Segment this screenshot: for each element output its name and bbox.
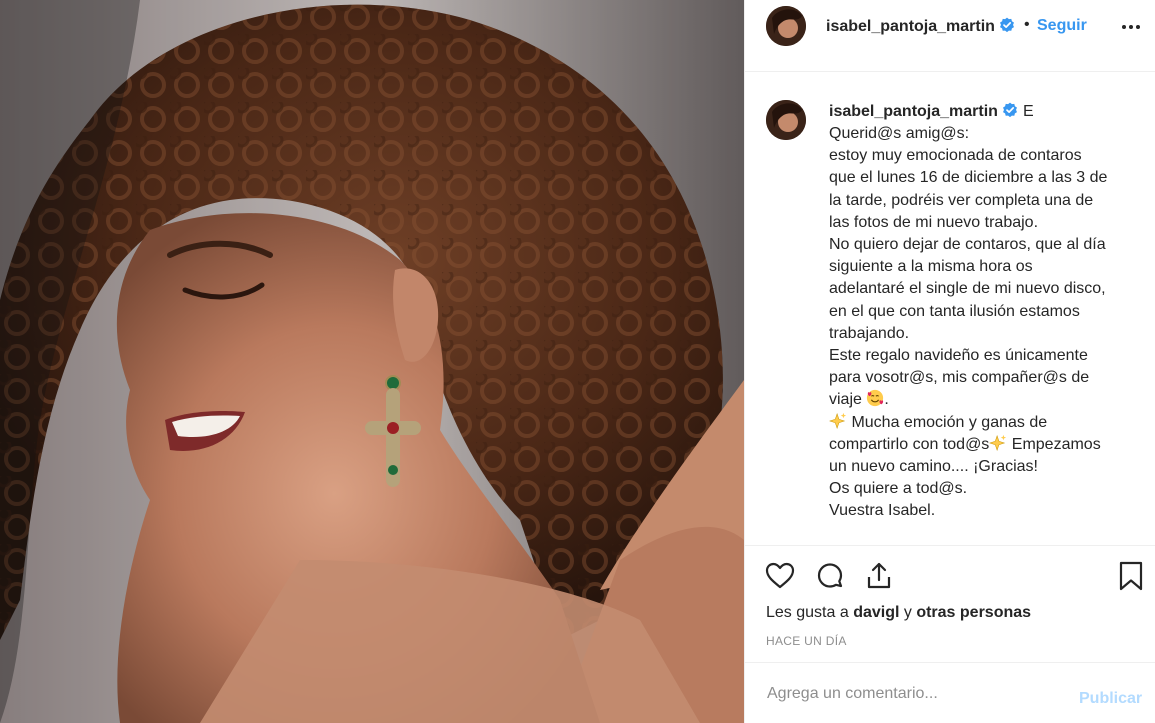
publish-button[interactable]: Publicar [1079,690,1142,708]
caption-line: en el que con tanta ilusión estamos [829,302,1080,320]
caption-line: la tarde, podréis ver completa una de [829,191,1094,209]
verified-badge-icon [1002,102,1017,118]
sparkles-icon [989,434,1007,451]
caption-line: para vosotr@s, mis compañer@s de [829,369,1090,387]
smiling-face-with-hearts-icon [867,390,884,407]
instagram-post-viewer: isabel_pantoja_martin • Seguir isabel_pa… [0,0,1155,723]
caption-line: Querid@s amig@s: [829,125,970,142]
caption-line: estoy muy emocionada de contaros [829,147,1082,165]
post-header: isabel_pantoja_martin • Seguir [745,0,1155,72]
avatar[interactable] [766,6,806,46]
caption-first-word: E [1022,103,1034,120]
post-timestamp[interactable]: HACE UN DÍA [766,634,847,648]
caption-line: viaje . [829,390,889,409]
liker-username-link[interactable]: davigl [853,604,899,621]
caption-line: que el lunes 16 de diciembre a las 3 de [829,169,1108,187]
post-sidebar: isabel_pantoja_martin • Seguir isabel_pa… [744,0,1155,723]
caption-line: Os quiere a tod@s. [829,480,968,498]
avatar[interactable] [766,100,806,140]
caption-line: No quiero dejar de contaros, que al día [829,236,1106,254]
more-options-icon[interactable] [1119,15,1143,39]
avatar-image [766,6,806,46]
caption-word: viaje [829,391,862,409]
caption-line: las fotos de mi nuevo trabajo. [829,213,1039,231]
caption-line: Mucha emoción y ganas de [829,412,1149,434]
likes-prefix: Les gusta a [766,604,849,621]
caption-word: compartirlo con tod@s [829,435,990,453]
comment-bubble-icon[interactable] [814,560,846,592]
caption-line: Vuestra Isabel. [829,502,936,520]
share-icon[interactable] [863,560,895,592]
likes-summary: Les gusta a davigl y otras personas [766,604,1031,622]
caption-line: trabajando. [829,324,910,342]
username-link[interactable]: isabel_pantoja_martin [826,17,1015,36]
sparkles-icon [829,412,847,429]
heart-icon[interactable] [764,560,796,592]
caption-line: compartirlo con tod@s Empezamos [829,434,1149,456]
verified-badge-icon [999,17,1014,33]
likes-joiner: y [903,604,912,621]
caption-line: un nuevo camino.... ¡Gracias! [829,458,1038,476]
post-photo-image [0,0,744,723]
comment-input[interactable] [765,678,1069,710]
comment-bar: Publicar [745,662,1155,723]
caption-line: adelantaré el single de mi nuevo disco, [829,280,1106,298]
caption-line: Este regalo navideño es únicamente [829,347,1088,365]
caption-username-text: isabel_pantoja_martin [829,103,998,120]
avatar-image [766,100,806,140]
bookmark-icon[interactable] [1115,560,1147,592]
post-photo[interactable] [0,0,744,723]
other-likers-link[interactable]: otras personas [916,604,1031,621]
caption-username-link[interactable]: isabel_pantoja_martin E [829,102,1034,121]
caption-word: Mucha emoción y ganas de [851,413,1048,431]
post-caption: isabel_pantoja_martin E Querid@s amig@s: … [745,72,1155,546]
caption-word: Empezamos [1011,435,1101,453]
follow-button[interactable]: Seguir [1037,17,1087,35]
caption-text: Querid@s amig@s: estoy muy emocionada de… [829,123,1149,523]
separator-dot: • [1024,16,1030,33]
caption-line: siguiente a la misma hora os [829,258,1033,276]
post-actions [745,546,1155,606]
username-text: isabel_pantoja_martin [826,18,995,35]
